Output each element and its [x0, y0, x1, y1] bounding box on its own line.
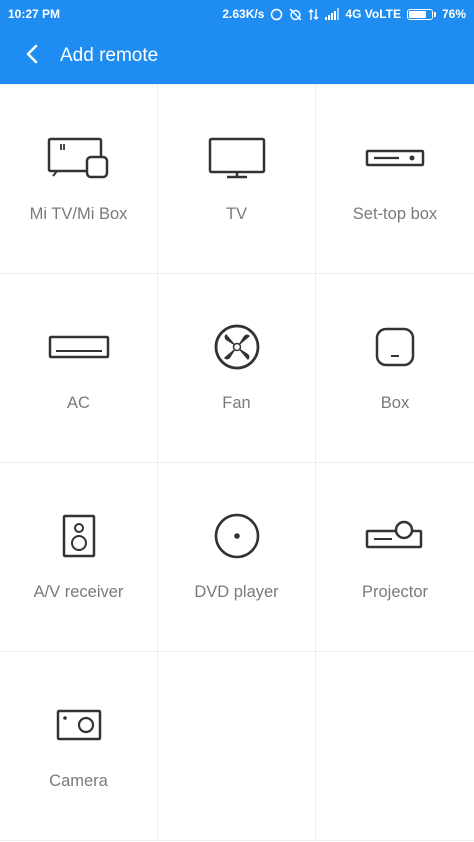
status-bar: 10:27 PM 2.63K/s 4G VoLTE 76% [0, 0, 474, 28]
sync-icon [270, 8, 283, 21]
device-label: Set-top box [352, 205, 438, 223]
status-time: 10:27 PM [8, 7, 61, 21]
back-button[interactable] [18, 42, 46, 70]
page-title: Add remote [60, 45, 159, 66]
device-tv[interactable]: TV [158, 85, 316, 274]
empty-cell [316, 652, 474, 841]
fan-icon [197, 320, 277, 374]
status-speed: 2.63K/s [222, 7, 265, 21]
device-mi-tv-box[interactable]: Mi TV/Mi Box [0, 85, 158, 274]
device-box[interactable]: Box [316, 274, 474, 463]
device-label: TV [225, 205, 248, 223]
set-top-box-icon [355, 131, 435, 185]
battery-icon [406, 8, 436, 20]
device-label: Mi TV/Mi Box [29, 205, 128, 223]
device-label: Box [380, 394, 410, 412]
device-fan[interactable]: Fan [158, 274, 316, 463]
device-label: Fan [222, 394, 251, 412]
device-label: DVD player [194, 583, 279, 601]
device-label: Projector [361, 583, 429, 601]
signal-icon [325, 8, 340, 20]
device-av-receiver[interactable]: A/V receiver [0, 463, 158, 652]
device-ac[interactable]: AC [0, 274, 158, 463]
device-set-top-box[interactable]: Set-top box [316, 85, 474, 274]
status-network: 4G VoLTE [345, 7, 401, 21]
mi-tv-box-icon [39, 131, 119, 185]
av-receiver-icon [39, 509, 119, 563]
device-grid: Mi TV/Mi Box TV Set-top box AC Fan Box A… [0, 84, 474, 841]
device-projector[interactable]: Projector [316, 463, 474, 652]
status-indicators: 2.63K/s 4G VoLTE 76% [222, 7, 466, 21]
status-battery: 76% [441, 7, 466, 21]
chevron-left-icon [25, 44, 39, 69]
device-label: AC [67, 394, 90, 412]
device-label: A/V receiver [33, 583, 124, 601]
device-label: Camera [49, 772, 108, 790]
device-dvd-player[interactable]: DVD player [158, 463, 316, 652]
projector-icon [355, 509, 435, 563]
app-bar: Add remote [0, 28, 474, 84]
box-icon [355, 320, 435, 374]
ac-icon [39, 320, 119, 374]
alarm-off-icon [289, 8, 302, 21]
tv-icon [197, 131, 277, 185]
empty-cell [158, 652, 316, 841]
device-camera[interactable]: Camera [0, 652, 158, 841]
data-arrows-icon [308, 8, 319, 21]
camera-icon [39, 698, 119, 752]
dvd-player-icon [197, 509, 277, 563]
